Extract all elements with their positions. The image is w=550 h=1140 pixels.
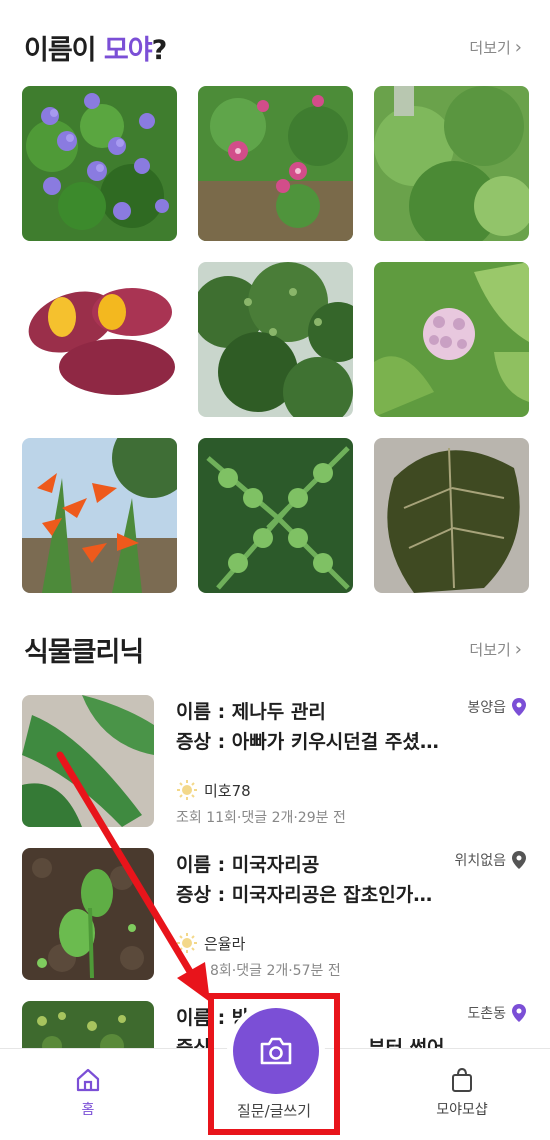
post-plant-name: 이름 : 제나두 관리 bbox=[176, 701, 326, 723]
post-symptom: 증상 : 미국자리공은 잡초인가… bbox=[176, 884, 433, 906]
post-location: 봉양읍 bbox=[467, 697, 526, 717]
sun-avatar-icon bbox=[177, 933, 197, 953]
post-symptom: 증상 : 아빠가 키우시던걸 주셨… bbox=[176, 731, 439, 753]
plant-photo-ageratum[interactable] bbox=[22, 86, 177, 241]
nav-shop[interactable]: 모야모샵 bbox=[420, 1067, 504, 1119]
name-it-title: 이름이 모야? bbox=[24, 35, 167, 66]
post-stats: 8회·댓글 2개·57분 전 bbox=[210, 963, 341, 979]
location-pin-icon bbox=[512, 851, 526, 869]
plant-photo-orange-flower[interactable] bbox=[22, 438, 177, 593]
sun-avatar-icon bbox=[177, 780, 197, 800]
chevron-right-icon: › bbox=[514, 37, 522, 58]
post-author: 미호78 bbox=[176, 779, 251, 801]
plant-clinic-header: 식물클리닉 더보기 › bbox=[24, 630, 522, 669]
highlight-box bbox=[208, 993, 340, 1135]
clinic-post[interactable]: 이름 : 미국자리공 증상 : 미국자리공은 잡초인가… 위치없음 은율라 8회… bbox=[22, 848, 530, 982]
location-pin-icon bbox=[512, 698, 526, 716]
plant-clinic-more-link[interactable]: 더보기 › bbox=[469, 639, 522, 660]
plant-photo-sweet-potato[interactable] bbox=[22, 262, 177, 417]
plant-photo-tree[interactable] bbox=[198, 262, 353, 417]
plant-photo-leaf[interactable] bbox=[374, 438, 529, 593]
chevron-right-icon: › bbox=[514, 639, 522, 660]
post-stats: 조회 11회·댓글 2개·29분 전 bbox=[176, 810, 346, 826]
location-pin-icon bbox=[512, 1004, 526, 1022]
plant-photo-green-bush[interactable] bbox=[374, 86, 529, 241]
nav-home[interactable]: 홈 bbox=[64, 1067, 112, 1119]
post-thumbnail bbox=[22, 695, 154, 827]
plant-clinic-title: 식물클리닉 bbox=[24, 637, 144, 668]
plant-photo-pink-flower[interactable] bbox=[198, 86, 353, 241]
post-plant-name: 이름 : 미국자리공 bbox=[176, 854, 320, 876]
plant-photo-white-flower[interactable] bbox=[374, 262, 529, 417]
shopping-bag-icon bbox=[452, 1067, 472, 1092]
name-it-header: 이름이 모야? 더보기 › bbox=[24, 28, 522, 67]
post-location: 도촌동 bbox=[467, 1003, 526, 1023]
home-icon bbox=[76, 1068, 100, 1092]
plant-photo-fern[interactable] bbox=[198, 438, 353, 593]
post-location: 위치없음 bbox=[454, 850, 526, 870]
clinic-post[interactable]: 이름 : 제나두 관리 증상 : 아빠가 키우시던걸 주셨… 봉양읍 미호78 … bbox=[22, 695, 530, 829]
name-it-more-link[interactable]: 더보기 › bbox=[469, 37, 522, 58]
post-thumbnail bbox=[22, 848, 154, 980]
post-author: 은율라 bbox=[176, 932, 245, 954]
plant-photo-grid bbox=[22, 86, 530, 593]
